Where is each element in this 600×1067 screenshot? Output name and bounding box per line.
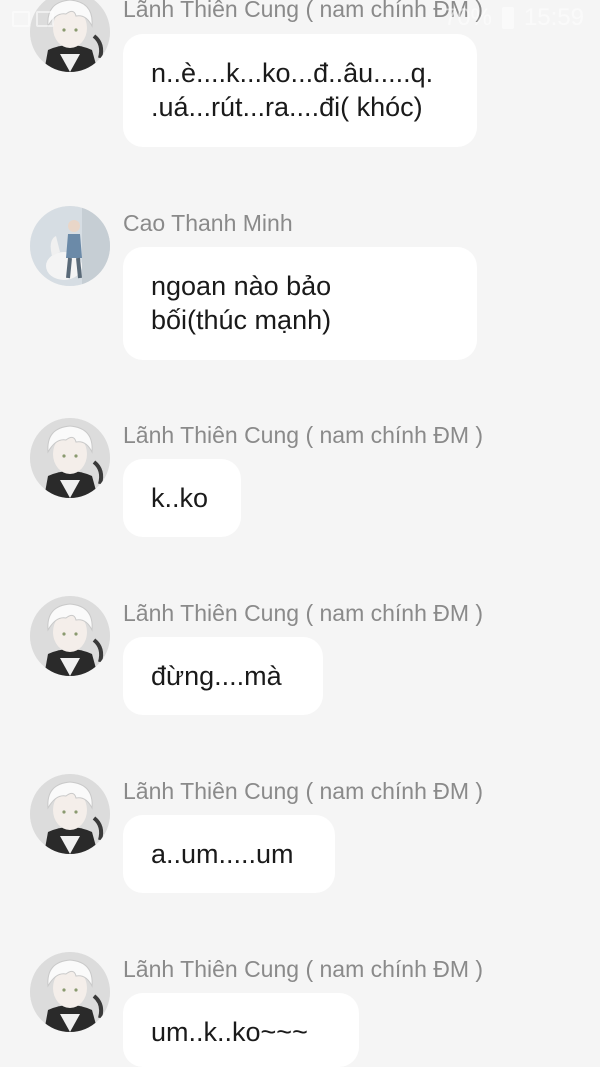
status-right: 70% 15:59 <box>444 4 584 32</box>
status-bar: 70% 15:59 <box>0 0 600 44</box>
sender-name: Lãnh Thiên Cung ( nam chính ĐM ) <box>123 778 484 804</box>
message-bubble[interactable]: ngoan nào bảo bối(thúc mạnh) <box>123 247 477 360</box>
battery-percent: 70% <box>443 4 492 31</box>
image-icon <box>12 11 30 27</box>
avatar-image <box>30 596 110 676</box>
battery-icon <box>501 7 514 29</box>
message-icon <box>36 11 54 27</box>
avatar-image <box>30 774 110 854</box>
sender-name: Lãnh Thiên Cung ( nam chính ĐM ) <box>123 956 484 982</box>
white-haired-boy-avatar[interactable] <box>30 418 110 498</box>
white-haired-boy-avatar[interactable] <box>30 774 110 854</box>
avatar-image <box>30 418 110 498</box>
white-haired-boy-avatar[interactable] <box>30 596 110 676</box>
avatar-image <box>30 206 110 286</box>
message-bubble[interactable]: k..ko <box>123 459 241 537</box>
sender-name: Lãnh Thiên Cung ( nam chính ĐM ) <box>123 422 484 448</box>
man-with-horse-avatar[interactable] <box>30 206 110 286</box>
clock: 15:59 <box>523 4 584 31</box>
message-bubble[interactable]: đừng....mà <box>123 637 323 715</box>
notification-icons <box>12 11 54 27</box>
white-haired-boy-avatar[interactable] <box>30 952 110 1032</box>
message-bubble[interactable]: a..um.....um <box>123 815 335 893</box>
avatar-image <box>30 952 110 1032</box>
message-bubble[interactable]: n..è....k...ko...đ..âu.....q. .uá...rút.… <box>123 34 477 147</box>
sender-name: Lãnh Thiên Cung ( nam chính ĐM ) <box>123 600 484 626</box>
sender-name: Cao Thanh Minh <box>123 210 293 236</box>
message-bubble[interactable]: um..k..ko~~~ <box>123 993 359 1067</box>
